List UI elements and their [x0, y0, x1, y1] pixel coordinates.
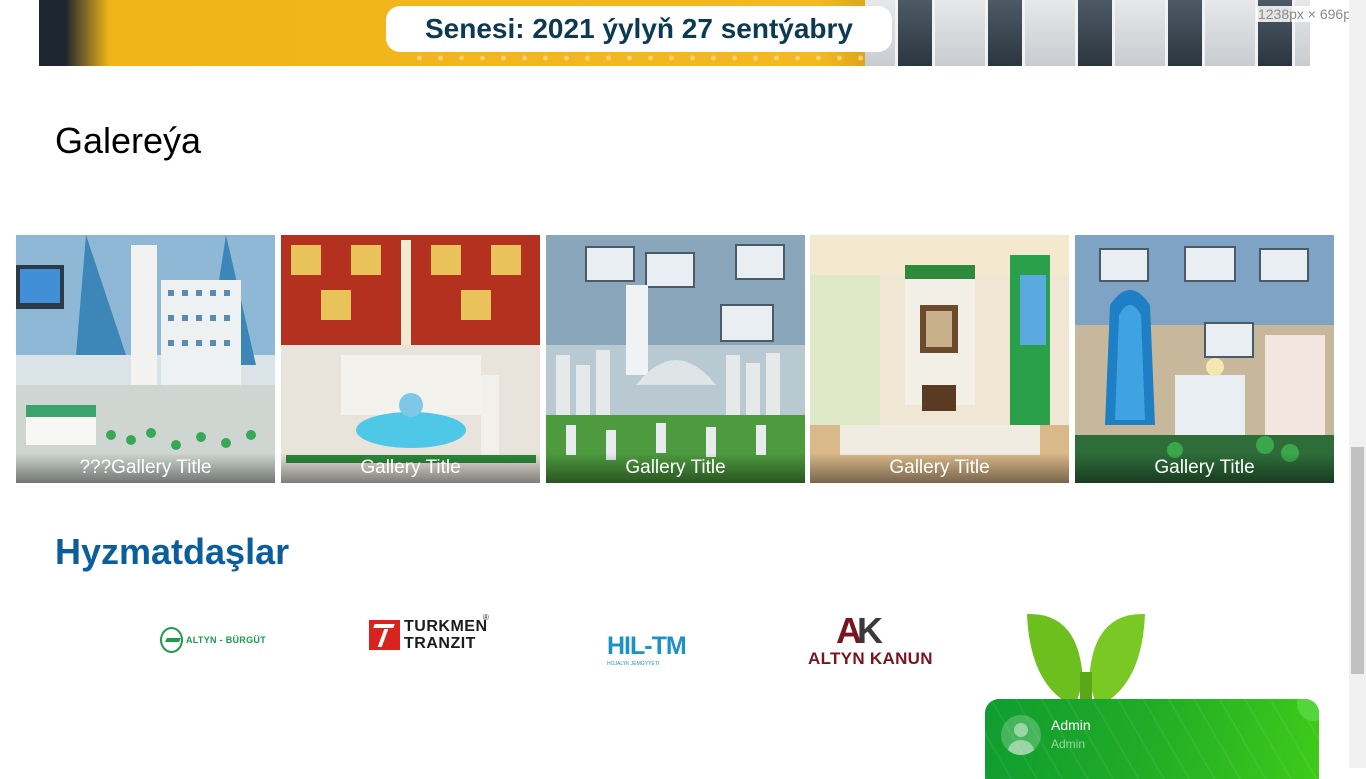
tranzit-mark-icon — [369, 620, 400, 650]
viewport-size-readout: 1238px × 696px — [1255, 6, 1360, 22]
partner-logo-text: ALTYN KANUN — [808, 649, 933, 668]
partner-logo-monogram: AK — [836, 610, 883, 651]
registered-mark: ® — [483, 613, 489, 622]
gallery-image — [810, 235, 1069, 483]
chat-agent-role: Admin — [1051, 737, 1086, 751]
page-scrollbar-thumb[interactable] — [1351, 447, 1364, 674]
eagle-icon — [160, 627, 183, 653]
partner-logo-altyn-burgut[interactable]: ALTYN - BÜRGÜT — [160, 624, 266, 656]
event-banner[interactable]: Senesi: 2021 ýylyň 27 sentýabry — [39, 0, 1310, 66]
gallery-card[interactable]: Gallery Title — [1075, 235, 1334, 483]
gallery-image — [16, 235, 275, 483]
gallery-card[interactable]: Gallery Title — [546, 235, 805, 483]
gallery-image — [281, 235, 540, 483]
partner-logo-hil-tm[interactable]: HIL-TM HOJALYK JEMGYÝETI — [607, 632, 691, 672]
avatar — [1001, 715, 1041, 755]
gallery-title: Gallery Title — [1075, 453, 1334, 483]
partner-logo-altyn-kanun[interactable]: AK ALTYN KANUN — [806, 610, 933, 669]
partner-logo-subtext: HOJALYK JEMGYÝETI — [607, 661, 660, 667]
partners-heading: Hyzmatdaşlar — [55, 531, 290, 572]
partner-logo-text: TRANZIT — [404, 635, 476, 652]
gallery-card[interactable]: Gallery Title — [810, 235, 1069, 483]
chat-widget[interactable]: Admin Admin — [985, 699, 1319, 779]
gallery-card[interactable]: Gallery Title — [281, 235, 540, 483]
partner-logo-leaf[interactable] — [1025, 612, 1147, 712]
partner-logo-turkmen-tranzit[interactable]: TURKMEN TRANZIT ® — [369, 613, 493, 653]
gallery-image — [1075, 235, 1334, 483]
gallery-card[interactable]: ???Gallery Title — [16, 235, 275, 483]
banner-date-text: Senesi: 2021 ýylyň 27 sentýabry — [386, 6, 892, 52]
gallery-title: ???Gallery Title — [16, 453, 275, 483]
gallery-title: Gallery Title — [810, 453, 1069, 483]
banner-dots-decoration — [409, 50, 879, 66]
chat-agent-name: Admin — [1051, 717, 1091, 733]
partner-logo-text: HIL-TM — [607, 632, 687, 660]
leaf-icon — [1027, 613, 1145, 712]
gallery-heading: Galereýa — [55, 120, 202, 161]
gallery-image — [546, 235, 805, 483]
partner-logo-text: ALTYN - BÜRGÜT — [185, 635, 266, 645]
gallery-title: Gallery Title — [281, 453, 540, 483]
gallery-row: ???Gallery Title Gallery Title Gallery T… — [16, 235, 1334, 483]
partner-logo-text: TURKMEN — [404, 618, 488, 635]
gallery-title: Gallery Title — [546, 453, 805, 483]
banner-building-photo — [865, 0, 1310, 66]
